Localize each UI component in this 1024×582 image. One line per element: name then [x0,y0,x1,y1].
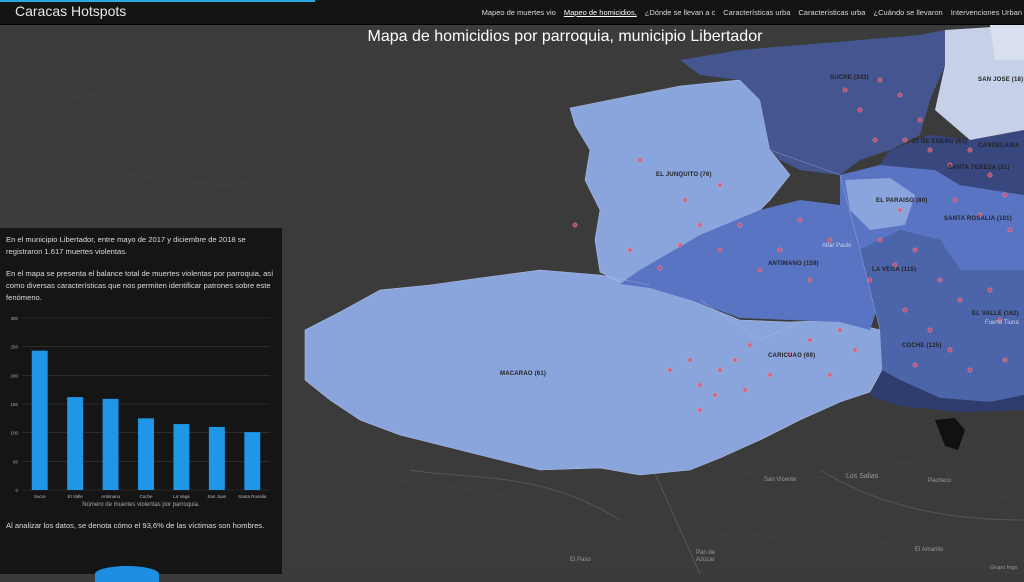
label-santa-teresa: SANTA TERESA (21) [948,165,1010,171]
place-los-salias: Los Salias [846,473,879,480]
y-tick-label: 50 [13,459,19,464]
label-sucre: SUCRE (243) [830,75,869,81]
top-bar: Caracas Hotspots Mapeo de muertes vio Ma… [0,0,1024,25]
label-caricuao: CARICUAO (69) [768,353,816,359]
bar [67,397,84,490]
label-el-paraiso: EL PARAISO (80) [876,198,928,204]
label-el-junquito: EL JUNQUITO (76) [656,172,712,178]
story-panel[interactable]: En el municipio Libertador, entre mayo d… [0,228,282,582]
label-san-jose: SAN JOSE (18) [978,77,1024,83]
x-tick-label: Sucre [34,494,46,499]
tab-donde[interactable]: ¿Dónde se llevan a c [645,8,715,17]
y-tick-label: 150 [10,402,18,407]
place-pacheco: Pacheco [928,478,952,484]
scroll-indicator[interactable] [95,566,159,582]
tab-mapeo-homicidios[interactable]: Mapeo de homicidios, [564,8,637,17]
chart-caption: Número de muertes violentas por parroqui… [82,502,200,508]
place-pan-de-azucar: Pan de Azúcar [696,550,716,563]
tab-intervenciones[interactable]: Intervenciones Urban [951,8,1022,17]
conclusion-paragraph: Al analizar los datos, se denota cómo el… [6,521,265,530]
bar [138,418,154,490]
y-tick-label: 250 [10,345,18,350]
bar-chart: 0 50 100 150 200 250 300 Sucre El Valle Antimano C… [0,312,282,517]
description-paragraph: En el mapa se presenta el balance total … [6,269,274,303]
label-candelaria: CANDELARIA [978,143,1020,149]
x-tick-label: Santa Rosalia [238,494,267,499]
label-coche: COCHE (125) [902,343,942,349]
x-tick-label: San Juan [207,494,227,499]
map-title: Mapa de homicidios por parroquia, munici… [367,28,763,45]
place-el-amarillo: El Amarillo [915,547,944,553]
x-tick-label: Coche [139,494,153,499]
label-el-valle: EL VALLE (162) [972,311,1019,317]
bar-chart-svg: 0 50 100 150 200 250 300 Sucre El Valle Antimano C… [10,316,270,499]
place-fuerte-tiuna: Fuerte Tiuna [985,320,1019,326]
accent-bar [0,0,315,2]
bar [31,350,48,490]
bar [173,424,190,490]
label-23-de-enero: 23 DE ENERO (61) [912,139,968,145]
x-tick-label: Antimano [101,494,121,499]
tab-caracteristicas-2[interactable]: Características urba [798,8,865,17]
bar [208,426,225,490]
y-tick-label: 0 [15,488,18,493]
x-tick-label: La Vega [173,494,190,499]
y-tick-label: 300 [10,316,18,321]
label-macarao: MACARAO (61) [500,371,547,377]
intro-paragraph: En el municipio Libertador, entre mayo d… [6,235,246,257]
place-altar-paulo: Altar Paulo [822,243,852,249]
map-attribution: Grupo Ingo [990,565,1018,571]
label-santa-rosalia: SANTA ROSALIA (101) [944,216,1012,222]
y-tick-label: 100 [10,431,18,436]
x-tick-label: El Valle [68,494,83,499]
label-la-vega: LA VEGA (115) [872,267,917,273]
place-el-paso: El Paso [570,557,591,563]
bar [244,432,261,490]
bar [102,398,119,490]
tab-mapeo-muertes[interactable]: Mapeo de muertes vio [482,8,556,17]
tab-caracteristicas-1[interactable]: Características urba [723,8,790,17]
place-san-vicente: San Vicente [764,477,797,483]
story-nav: Mapeo de muertes vio Mapeo de homicidios… [482,0,1022,24]
tab-cuando[interactable]: ¿Cuándo se llevaron [873,8,942,17]
app-title: Caracas Hotspots [15,3,127,19]
y-tick-label: 200 [10,373,18,378]
label-antimano: ANTIMANO (159) [768,261,819,267]
